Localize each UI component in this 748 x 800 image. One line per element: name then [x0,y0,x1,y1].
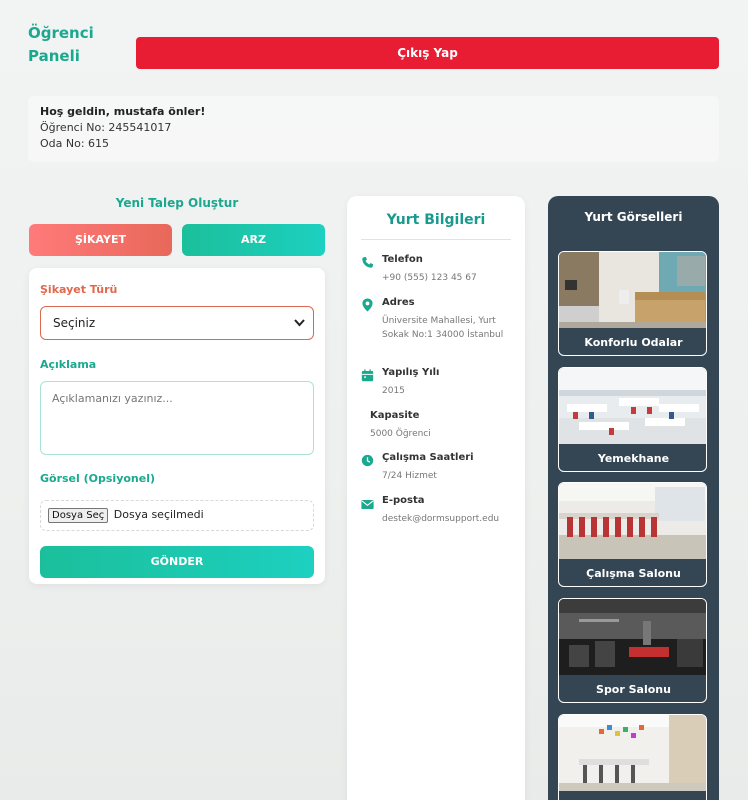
student-panel-page: Öğrenci Paneli Çıkış Yap Hoş geldin, mus… [0,0,748,800]
request-form: Şikayet Türü Seçiniz Açıklama Görsel (Op… [29,268,325,584]
chevron-down-icon [294,307,305,353]
gallery-title: Yurt Görselleri [584,210,683,224]
complaint-type-label: Şikayet Türü [40,283,118,296]
dorm-gallery: Yurt Görselleri Konforlu Odalar Yemekhan… [548,196,719,800]
gallery-card[interactable] [558,714,707,800]
welcome-panel: Hoş geldin, mustafa önler! Öğrenci No: 2… [28,96,719,162]
dorm-info-card: Yurt Bilgileri Telefon +90 (555) 123 45 … [347,196,525,800]
tab-request[interactable]: ARZ [182,224,325,256]
submit-button[interactable]: GÖNDER [40,546,314,578]
gallery-caption: Spor Salonu [596,683,671,696]
gallery-caption: Konforlu Odalar [584,336,683,349]
file-upload-field[interactable]: Dosya Seç Dosya seçilmedi [40,500,314,531]
info-value: 5000 Öğrenci [370,429,431,439]
new-request-title: Yeni Talep Oluştur [115,196,239,210]
tab-complaint[interactable]: ŞİKAYET [29,224,172,256]
brand-title: Öğrenci Paneli [28,24,94,65]
location-pin-icon [361,297,375,312]
envelope-icon [361,495,375,509]
file-status: Dosya seçilmedi [113,508,204,521]
info-key: Yapılış Yılı [382,367,440,378]
gallery-caption [559,791,706,800]
gallery-caption: Çalışma Salonu [586,567,681,580]
phone-icon [361,254,375,268]
info-key: Telefon [382,254,423,265]
description-textarea[interactable] [40,381,314,455]
info-value: Üniversite Mahallesi, Yurt Sokak No:1 34… [382,316,504,340]
description-label: Açıklama [40,358,97,371]
logout-button[interactable]: Çıkış Yap [136,37,719,69]
info-key: Çalışma Saatleri [382,452,474,463]
info-value: destek@dormsupport.edu [382,514,500,524]
gallery-card[interactable]: Çalışma Salonu [558,482,707,587]
dorm-info-title: Yurt Bilgileri [386,212,486,228]
gallery-card[interactable]: Spor Salonu [558,598,707,703]
room-photo [559,252,706,328]
complaint-type-select[interactable]: Seçiniz [40,306,314,340]
dining-hall-photo [559,368,706,444]
common-area-photo [559,715,706,791]
info-key: Kapasite [370,410,420,421]
info-value: 7/24 Hizmet [382,471,437,481]
room-number: Oda No: 615 [40,137,110,150]
student-number: Öğrenci No: 245541017 [40,121,172,134]
gym-photo [559,599,706,675]
info-key: E-posta [382,495,425,506]
gallery-caption: Yemekhane [597,452,670,465]
info-value: +90 (555) 123 45 67 [382,273,477,283]
study-hall-photo [559,483,706,559]
gallery-card[interactable]: Yemekhane [558,367,707,472]
gallery-card[interactable]: Konforlu Odalar [558,251,707,356]
image-label: Görsel (Opsiyonel) [40,472,156,485]
divider [361,239,511,240]
clock-icon [361,452,375,467]
info-key: Adres [382,297,415,308]
choose-file-button[interactable]: Dosya Seç [48,508,109,523]
welcome-greeting: Hoş geldin, mustafa önler! [40,105,206,118]
calendar-icon [361,367,375,382]
complaint-type-value: Seçiniz [53,316,96,330]
info-value: 2015 [382,386,405,396]
